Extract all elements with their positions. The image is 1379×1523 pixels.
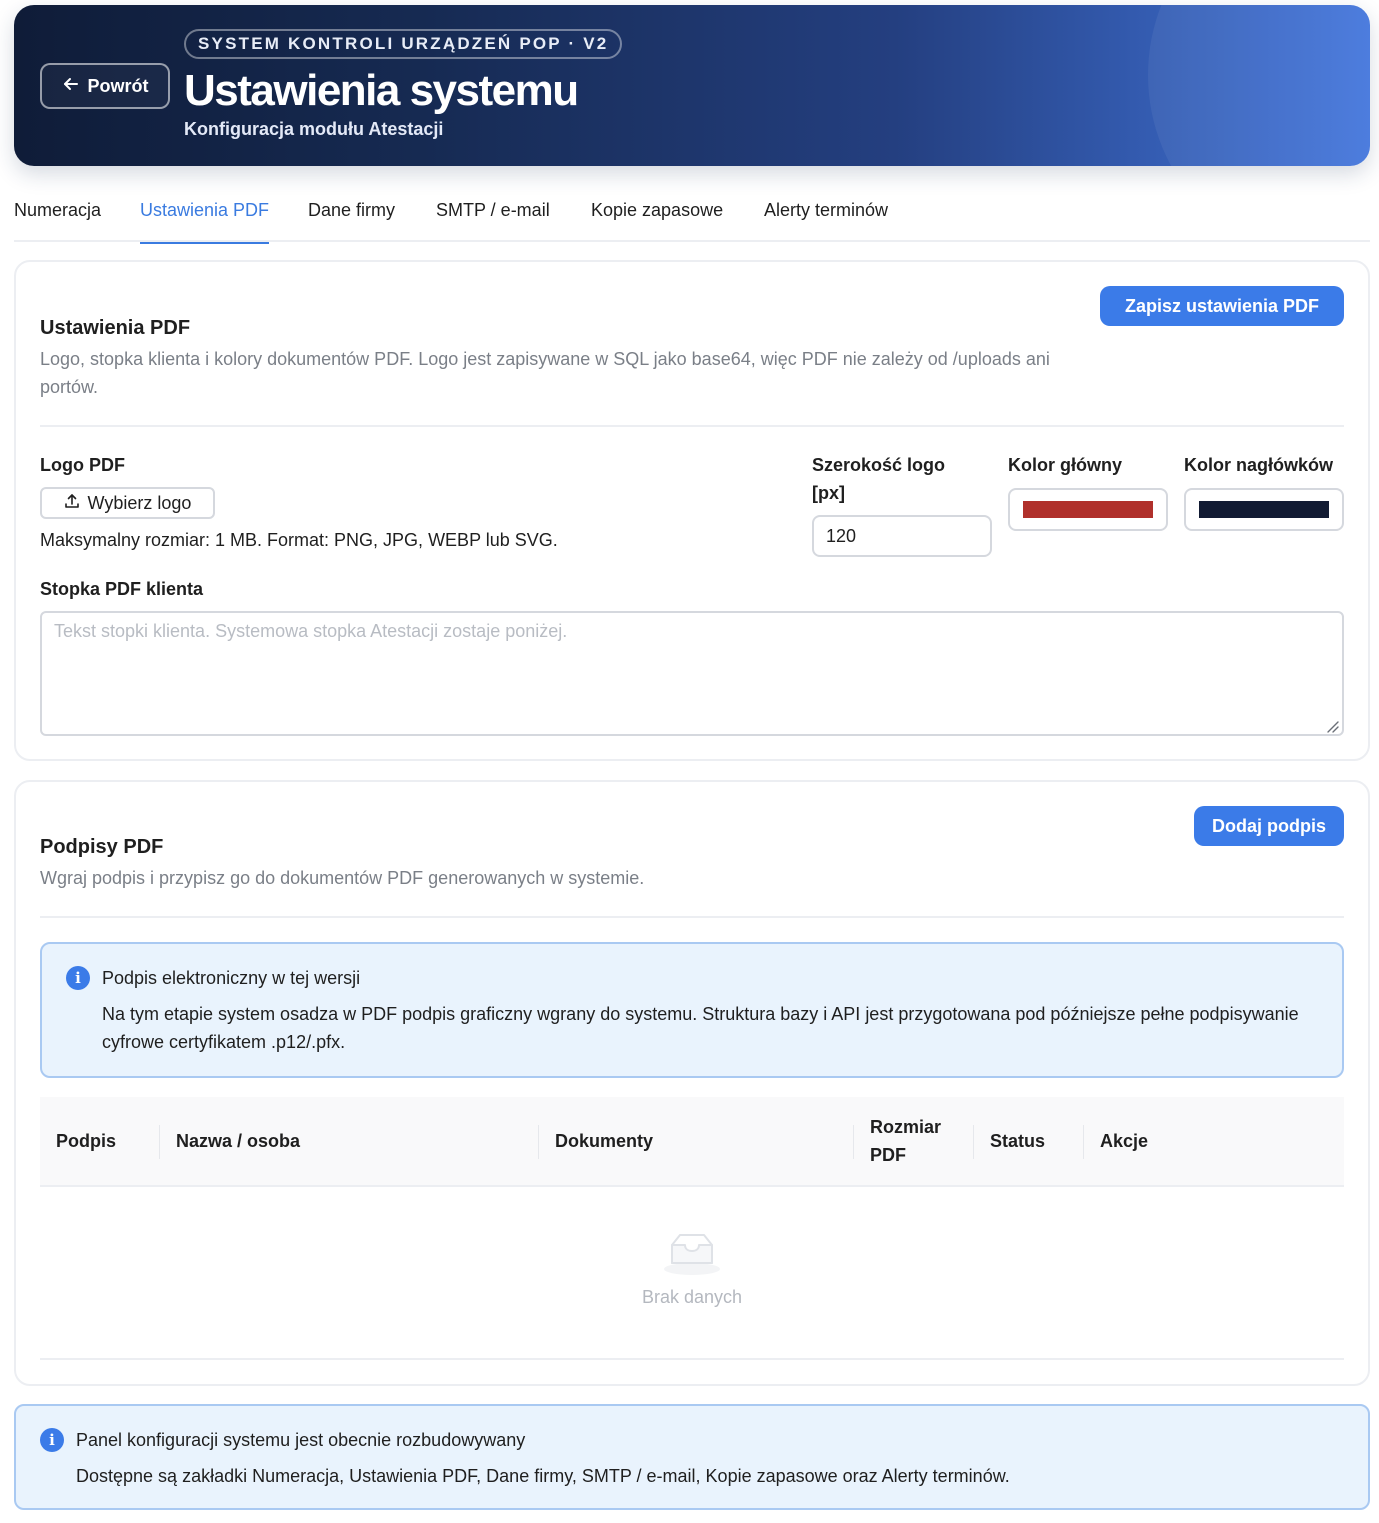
inbox-icon [660,1229,724,1277]
pdf-settings-description: Logo, stopka klienta i kolory dokumentów… [40,349,1050,397]
header-color-picker[interactable] [1184,488,1344,531]
column-separator [159,1125,160,1159]
column-separator [853,1125,854,1159]
tab-kopie-zapasowe[interactable]: Kopie zapasowe [591,200,723,242]
column-header: Status [990,1131,1046,1151]
pdf-settings-title: Ustawienia PDF [40,317,191,339]
logo-label: Logo PDF [40,455,125,475]
header-color-swatch [1199,501,1329,518]
signatures-description: Wgraj podpis i przypisz go do dokumentów… [40,868,645,888]
footer-textarea[interactable]: Tekst stopki klienta. Systemowa stopka A… [40,611,1344,736]
system-badge: SYSTEM KONTROLI URZĄDZEŃ POP · V2 [184,29,623,59]
configuration-notice: i Panel konfiguracji systemu jest obecni… [14,1404,1370,1510]
footer-label: Stopka PDF klienta [40,579,204,599]
signature-info-box: i Podpis elektroniczny w tej wersji Na t… [40,942,1344,1078]
column-separator [1083,1125,1084,1159]
resize-grip-icon[interactable] [1325,717,1339,733]
logo-width-input[interactable]: 120 [812,515,992,557]
pdf-signatures-card: Podpisy PDF Wgraj podpis i przypisz go d… [14,780,1370,1386]
divider [40,425,1344,427]
signatures-empty-state: Brak danych [40,1187,1344,1360]
column-header: Dokumenty [555,1131,654,1151]
logo-width-label: Szerokość logo [px] [812,455,946,503]
choose-logo-button[interactable]: Wybierz logo [40,487,215,519]
page-title: Ustawienia systemu [184,66,579,115]
column-header: Podpis [56,1131,117,1151]
page-header: Powrót SYSTEM KONTROLI URZĄDZEŃ POP · V2… [14,5,1370,166]
column-header: Akcje [1100,1131,1149,1151]
pdf-settings-card: Ustawienia PDF Logo, stopka klienta i ko… [14,260,1370,761]
info-icon: i [40,1428,64,1452]
divider [40,916,1344,918]
info-icon: i [66,966,90,990]
header-decoration [1148,5,1370,166]
signature-info-text: Na tym etapie system osadza w PDF podpis… [102,1004,1299,1052]
logo-hint: Maksymalny rozmiar: 1 MB. Format: PNG, J… [40,530,558,550]
column-header: Rozmiar PDF [870,1117,942,1165]
tab-ustawienia-pdf[interactable]: Ustawienia PDF [140,200,270,244]
add-signature-button[interactable]: Dodaj podpis [1194,806,1344,846]
save-pdf-settings-button[interactable]: Zapisz ustawienia PDF [1100,286,1344,326]
notice-text: Dostępne są zakładki Numeracja, Ustawien… [76,1466,1010,1486]
tab-alerty-terminow[interactable]: Alerty terminów [764,200,888,242]
tab-smtp-email[interactable]: SMTP / e-mail [436,200,550,242]
signatures-table-header: Podpis Nazwa / osoba Dokumenty Rozmiar P… [40,1097,1344,1187]
empty-state-text: Brak danych [641,1287,743,1307]
back-button[interactable]: Powrót [40,63,170,109]
primary-color-swatch [1023,501,1153,518]
notice-title: Panel konfiguracji systemu jest obecnie … [76,1430,526,1450]
tab-numeracja[interactable]: Numeracja [14,200,101,242]
arrow-left-icon [62,75,80,98]
tab-dane-firmy[interactable]: Dane firmy [308,200,395,242]
signatures-title: Podpisy PDF [40,836,164,858]
choose-logo-label: Wybierz logo [87,492,192,513]
page-subtitle: Konfiguracja modułu Atestacji [184,119,444,139]
primary-color-picker[interactable] [1008,488,1168,531]
column-header: Nazwa / osoba [176,1131,301,1151]
footer-placeholder: Tekst stopki klienta. Systemowa stopka A… [54,621,568,641]
upload-icon [64,493,80,514]
signature-info-title: Podpis elektroniczny w tej wersji [102,968,361,988]
back-button-label: Powrót [87,75,149,96]
header-color-label: Kolor nagłówków [1184,455,1334,475]
column-separator [973,1125,974,1159]
settings-tabs: Numeracja Ustawienia PDF Dane firmy SMTP… [14,190,1370,244]
primary-color-label: Kolor główny [1008,455,1122,475]
column-separator [538,1125,539,1159]
